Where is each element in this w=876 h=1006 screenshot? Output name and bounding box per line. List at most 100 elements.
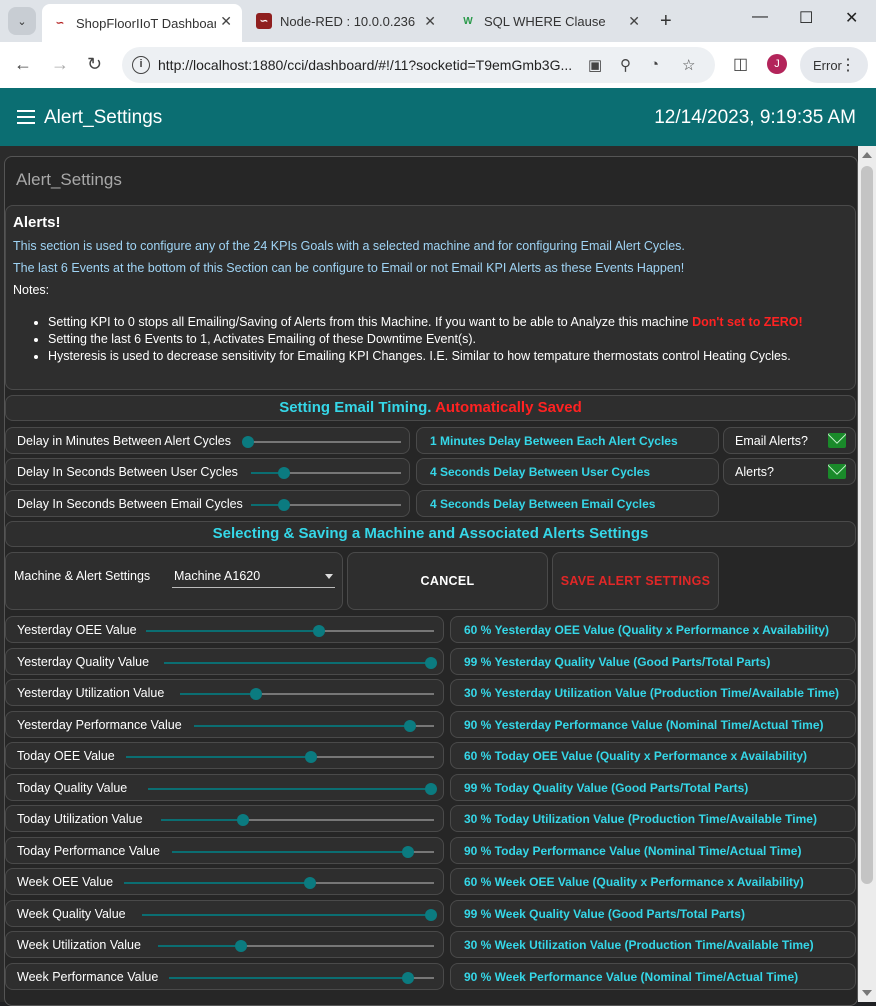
tab-title: SQL WHERE Clause [484,13,606,29]
kpi-status: 99 % Week Quality Value (Good Parts/Tota… [450,900,856,927]
kpi-slider[interactable] [161,814,434,826]
kpi-slider[interactable] [124,877,434,889]
minimize-icon[interactable]: — [752,8,768,26]
error-label: Error [813,57,842,73]
slider-thumb[interactable] [234,940,247,952]
slider-thumb[interactable] [250,688,263,700]
kpi-slider-label: Week Utilization Value [17,938,141,952]
slider-thumb[interactable] [278,499,290,511]
menu-icon[interactable] [17,110,35,128]
timing-status: 4 Seconds Delay Between Email Cycles [416,490,719,517]
save-alert-settings-button[interactable]: SAVE ALERT SETTINGS [552,552,719,610]
scroll-up-arrow[interactable] [862,152,872,158]
close-icon[interactable]: ✕ [628,13,640,30]
reload-icon[interactable]: ↻ [87,54,102,75]
machine-dropdown[interactable]: Machine A1620 [172,566,335,588]
email-alerts-toggle[interactable]: Email Alerts? [723,427,856,454]
window-close-icon[interactable]: ✕ [845,8,858,28]
side-panel-icon[interactable]: ◫ [733,54,748,74]
browser-tab-active[interactable]: ∽ ShopFloorIIoT Dashboard ✕ [42,4,242,42]
kpi-slider[interactable] [126,751,434,763]
alerts-info-card: Alerts! This section is used to configur… [5,205,856,390]
kpi-status: 60 % Today OEE Value (Quality x Performa… [450,742,856,769]
close-icon[interactable]: ✕ [424,13,436,30]
back-icon[interactable]: ← [14,54,32,75]
vertical-scrollbar[interactable] [858,146,876,1002]
kpi-slider[interactable] [172,846,434,858]
kpi-slider-row: Today Utilization Value [5,805,444,832]
alerts-toggle[interactable]: Alerts? [723,458,856,485]
cancel-button[interactable]: CANCEL [347,552,548,610]
close-icon[interactable]: ✕ [220,13,232,30]
machine-section-heading: Selecting & Saving a Machine and Associa… [5,521,856,547]
avatar[interactable]: J [767,54,787,74]
slider-thumb[interactable] [236,814,249,826]
kpi-slider[interactable] [148,783,438,795]
slider-thumb[interactable] [401,972,414,984]
note-item: Setting the last 6 Events to 1, Activate… [48,332,803,346]
kpi-slider-row: Week Performance Value [5,963,444,990]
browser-tab[interactable]: W SQL WHERE Clause ✕ [450,4,650,38]
kpi-status: 99 % Today Quality Value (Good Parts/Tot… [450,774,856,801]
mail-icon[interactable] [828,433,846,448]
kpi-status: 60 % Yesterday OEE Value (Quality x Perf… [450,616,856,643]
scroll-thumb[interactable] [861,166,873,884]
new-tab-icon[interactable]: + [660,10,672,33]
kpi-slider-label: Week Performance Value [17,970,159,984]
slider-thumb[interactable] [278,467,290,479]
kpi-status-text: 90 % Today Performance Value (Nominal Ti… [464,844,802,858]
slider-thumb[interactable] [425,783,438,795]
zoom-icon[interactable]: ⚲ [620,56,631,74]
slider-thumb[interactable] [304,751,317,763]
slider-thumb[interactable] [404,720,416,732]
timing-status: 1 Minutes Delay Between Each Alert Cycle… [416,427,719,454]
kpi-status-text: 60 % Week OEE Value (Quality x Performan… [464,875,804,889]
timing-status: 4 Seconds Delay Between User Cycles [416,458,719,485]
slider-thumb[interactable] [242,436,255,448]
kpi-slider[interactable] [146,625,434,637]
slider-thumb[interactable] [304,877,316,889]
address-bar[interactable]: i http://localhost:1880/cci/dashboard/#!… [122,47,715,83]
slider-thumb[interactable] [312,625,325,637]
url-text[interactable]: http://localhost:1880/cci/dashboard/#!/1… [158,57,572,73]
kpi-status-text: 30 % Week Utilization Value (Production … [464,938,814,952]
install-app-icon[interactable]: ▣ [588,56,602,74]
kpi-slider[interactable] [158,940,434,952]
kpi-status-text: 99 % Week Quality Value (Good Parts/Tota… [464,907,745,921]
more-menu-icon[interactable]: ⋮ [840,55,856,75]
maximize-icon[interactable]: ☐ [799,8,813,28]
timing-slider[interactable] [251,467,401,479]
kpi-status: 60 % Week OEE Value (Quality x Performan… [450,868,856,895]
site-info-icon[interactable]: i [132,56,150,74]
timing-slider[interactable] [251,499,401,511]
slider-thumb[interactable] [425,909,438,921]
kpi-slider[interactable] [169,972,434,984]
kpi-slider-label: Yesterday Performance Value [17,718,182,732]
kpi-slider-row: Yesterday OEE Value [5,616,444,643]
bookmark-star-icon[interactable]: ☆ [682,56,695,74]
performance-icon[interactable]: ◔ [650,56,659,73]
kpi-slider[interactable] [164,657,438,669]
error-button[interactable]: Error ⋮ [800,47,868,83]
kpi-slider-label: Yesterday Utilization Value [17,686,165,700]
slider-thumb[interactable] [401,846,414,858]
timing-slider-row: Delay in Minutes Between Alert Cycles [5,427,410,454]
kpi-status-text: 30 % Today Utilization Value (Production… [464,812,817,826]
scroll-down-arrow[interactable] [862,990,872,996]
kpi-slider[interactable] [180,688,434,700]
w3schools-icon: W [463,15,473,27]
timing-slider[interactable] [242,436,401,448]
alerts-toggle-label: Alerts? [735,465,774,479]
kpi-slider[interactable] [194,720,434,732]
slider-thumb[interactable] [425,657,438,669]
email-alerts-label: Email Alerts? [735,434,808,448]
kpi-slider-label: Yesterday Quality Value [17,655,150,669]
forward-icon[interactable]: → [51,54,69,75]
kpi-slider-row: Week OEE Value [5,868,444,895]
tab-search-button[interactable]: ⌄ [8,7,36,35]
kpi-status-text: 60 % Yesterday OEE Value (Quality x Perf… [464,623,830,637]
browser-tab[interactable]: ∽ Node-RED : 10.0.0.236 ✕ [246,4,446,38]
note-warning: Don't set to ZERO! [692,315,803,329]
mail-icon[interactable] [828,464,846,479]
kpi-slider[interactable] [142,909,438,921]
